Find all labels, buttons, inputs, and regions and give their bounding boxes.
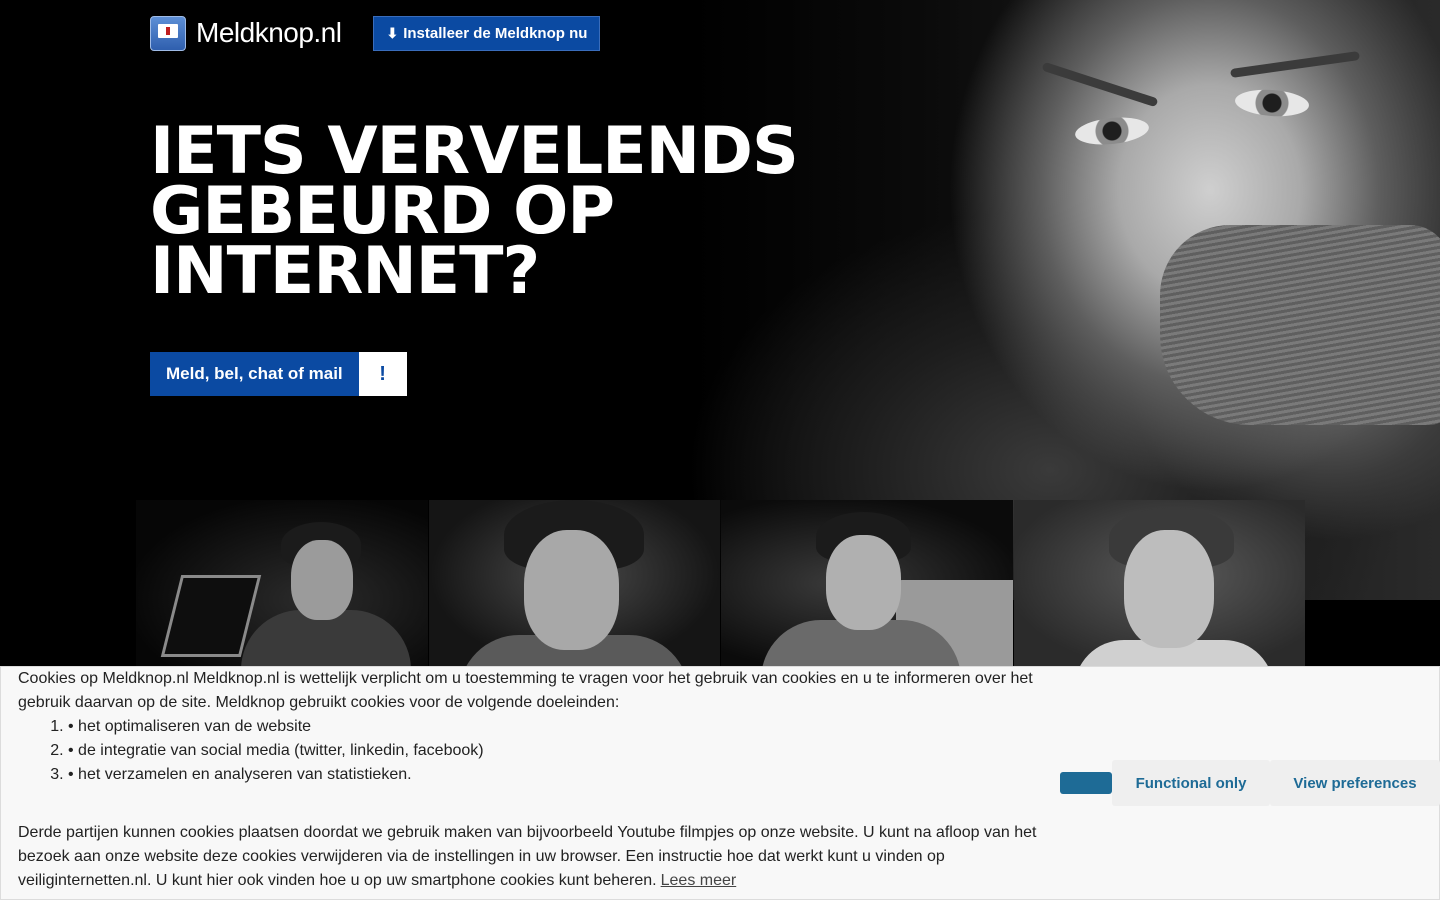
photo-boy-monitor: [721, 500, 1013, 666]
cookie-text: Cookies op Meldknop.nl Meldknop.nl is we…: [18, 667, 1048, 893]
report-button[interactable]: Meld, bel, chat of mail !: [150, 352, 407, 396]
photo-strip: [136, 500, 1305, 666]
install-button[interactable]: ⬇ Installeer de Meldknop nu: [373, 15, 601, 51]
cookie-actions: Functional only View preferences: [1060, 760, 1440, 806]
cookie-purpose-list: • het optimaliseren van de website • de …: [18, 715, 1048, 787]
view-preferences-button[interactable]: View preferences: [1270, 760, 1440, 806]
hero-headline: IETS VERVELENDS GEBEURD OP INTERNET?: [150, 114, 850, 309]
photo-boy-laptop: [136, 500, 428, 666]
download-icon: ⬇: [386, 24, 399, 41]
cookie-purpose-item: • het optimaliseren van de website: [68, 715, 1048, 739]
headline-line: IETS VERVELENDS: [150, 114, 799, 189]
headline-line: GEBEURD OP: [150, 174, 615, 249]
monitor-alert-icon: [150, 15, 186, 51]
accept-cookies-button[interactable]: [1060, 772, 1112, 794]
site-logo[interactable]: Meldknop.nl: [150, 15, 342, 51]
report-button-label: Meld, bel, chat of mail: [150, 352, 359, 396]
cookie-banner: Cookies op Meldknop.nl Meldknop.nl is we…: [0, 666, 1440, 900]
cookie-intro: Cookies op Meldknop.nl Meldknop.nl is we…: [18, 670, 1033, 711]
read-more-link[interactable]: Lees meer: [661, 872, 737, 889]
cookie-third-party: Derde partijen kunnen cookies plaatsen d…: [18, 821, 1048, 893]
cookie-purpose-item: • het verzamelen en analyseren van stati…: [68, 763, 1048, 787]
functional-only-button[interactable]: Functional only: [1112, 760, 1270, 806]
cookie-third-party-text: Derde partijen kunnen cookies plaatsen d…: [18, 824, 1037, 889]
top-bar: Meldknop.nl ⬇ Installeer de Meldknop nu: [150, 15, 601, 51]
photo-woman-crying: [428, 500, 720, 666]
install-button-label: Installeer de Meldknop nu: [403, 24, 588, 42]
exclamation-icon: !: [358, 352, 407, 396]
logo-text: Meldknop.nl: [196, 17, 342, 48]
headline-line: INTERNET?: [150, 234, 540, 309]
photo-girl-frowning: [1013, 500, 1305, 666]
cookie-purpose-item: • de integratie van social media (twitte…: [68, 739, 1048, 763]
